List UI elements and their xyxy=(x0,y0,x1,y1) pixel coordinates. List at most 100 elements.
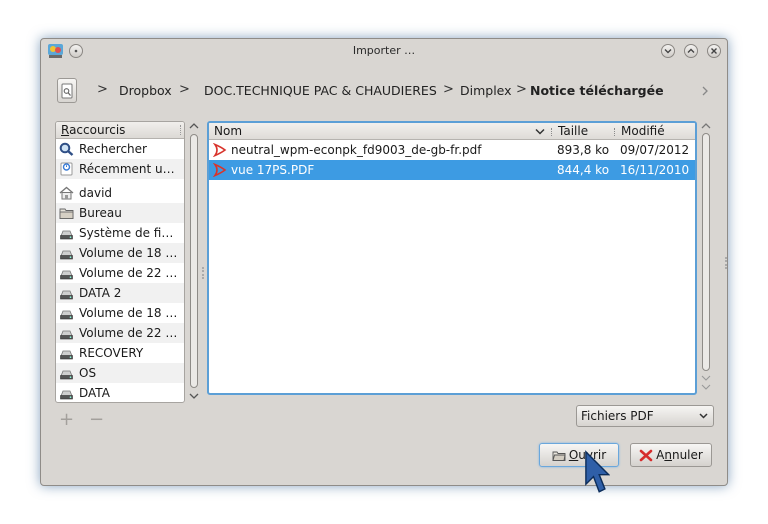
breadcrumb-separator[interactable]: > xyxy=(179,82,190,97)
cancel-mnemonic: n xyxy=(664,448,672,462)
chevron-down-icon xyxy=(664,49,672,54)
scroll-up-icon[interactable] xyxy=(701,121,711,131)
file-size: 893,8 ko xyxy=(557,143,610,157)
breadcrumb-separator: > xyxy=(97,82,108,97)
chevron-right-icon[interactable] xyxy=(701,86,709,96)
place-item-label: david xyxy=(79,186,113,200)
search-icon xyxy=(59,142,74,156)
place-item[interactable]: david xyxy=(56,183,184,203)
breadcrumb-separator[interactable]: > xyxy=(443,82,454,97)
window-title: Importer … xyxy=(352,44,416,57)
places-scrollbar[interactable] xyxy=(187,121,201,403)
close-icon xyxy=(711,48,717,54)
breadcrumb-doc-technique[interactable]: DOC.TECHNIQUE PAC & CHAUDIERES xyxy=(204,83,437,98)
file-list[interactable]: Nom Taille Modifié neutral_wpm-econpk_fd… xyxy=(207,121,697,395)
place-item[interactable]: DATA xyxy=(56,383,184,402)
scroll-down-icon[interactable] xyxy=(189,391,199,401)
place-item-label: RECOVERY xyxy=(79,346,144,360)
place-item[interactable]: Système de fi… xyxy=(56,223,184,243)
place-item-label: DATA xyxy=(79,386,110,400)
drive-icon xyxy=(59,306,74,320)
place-item[interactable]: Volume de 22 … xyxy=(56,323,184,343)
recent-icon xyxy=(59,162,74,176)
place-item-label: Rechercher xyxy=(79,142,147,156)
scroll-thumb[interactable] xyxy=(702,133,710,371)
breadcrumb-dropbox[interactable]: Dropbox xyxy=(119,83,172,98)
splitter-handle[interactable] xyxy=(202,267,205,279)
drive-icon xyxy=(59,226,74,240)
title-bar[interactable]: Importer … xyxy=(41,39,727,63)
places-header-label: accourcis xyxy=(69,123,126,137)
location-edit-icon xyxy=(61,83,73,98)
file-list-scrollbar[interactable] xyxy=(699,121,713,395)
place-item[interactable]: Récemment u… xyxy=(56,159,184,179)
open-mnemonic: O xyxy=(568,448,579,462)
places-header[interactable]: Raccourcis xyxy=(56,122,184,139)
place-item-label: Système de fi… xyxy=(79,226,174,240)
column-size[interactable]: Taille xyxy=(558,124,588,138)
close-button[interactable] xyxy=(707,44,721,58)
folder-open-icon xyxy=(552,451,566,461)
column-separator[interactable] xyxy=(551,128,553,136)
column-separator[interactable] xyxy=(614,128,616,136)
file-name: vue 17PS.PDF xyxy=(231,163,315,177)
scroll-up-icon[interactable] xyxy=(189,121,199,131)
resize-handle[interactable] xyxy=(725,257,728,269)
maximize-button[interactable] xyxy=(684,44,698,58)
place-item[interactable]: Rechercher xyxy=(56,139,184,159)
place-item[interactable]: Volume de 22 … xyxy=(56,263,184,283)
drive-icon xyxy=(59,366,74,380)
file-modified: 09/07/2012 xyxy=(620,143,690,157)
column-name[interactable]: Nom xyxy=(214,124,242,138)
file-name: neutral_wpm-econpk_fd9003_de-gb-fr.pdf xyxy=(231,143,482,157)
drive-icon xyxy=(59,346,74,360)
scroll-thumb[interactable] xyxy=(190,134,198,388)
minimize-button[interactable] xyxy=(661,44,675,58)
drive-icon xyxy=(59,386,74,400)
edit-location-button[interactable] xyxy=(57,78,77,103)
places-list: Rechercher Récemment u… david Bureau Système… xyxy=(56,139,184,402)
places-header-mnemonic: R xyxy=(61,123,70,137)
place-item[interactable]: Volume de 18 … xyxy=(56,243,184,263)
home-icon xyxy=(59,186,74,200)
cancel-label-rest: nuler xyxy=(671,448,703,462)
chevron-down-icon xyxy=(699,413,708,419)
place-item-label: Volume de 18 … xyxy=(79,306,178,320)
breadcrumb-separator[interactable]: > xyxy=(516,82,527,97)
place-item[interactable]: RECOVERY xyxy=(56,343,184,363)
place-item-label: Récemment u… xyxy=(79,162,175,176)
cancel-label-pre: A xyxy=(656,448,665,462)
add-place-button[interactable]: + xyxy=(59,409,74,430)
breadcrumb-dimplex[interactable]: Dimplex xyxy=(460,83,512,98)
file-rows: neutral_wpm-econpk_fd9003_de-gb-fr.pdf 89… xyxy=(209,140,695,180)
breadcrumb-current[interactable]: Notice téléchargée xyxy=(530,83,664,98)
place-item-label: DATA 2 xyxy=(79,286,122,300)
places-panel[interactable]: Raccourcis Rechercher Récemment u… david Bu… xyxy=(55,121,185,403)
chevron-up-icon xyxy=(687,48,695,53)
drive-icon xyxy=(59,266,74,280)
column-modified[interactable]: Modifié xyxy=(621,124,665,138)
breadcrumb: > Dropbox > DOC.TECHNIQUE PAC & CHAUDIER… xyxy=(53,77,717,105)
place-item[interactable]: OS xyxy=(56,363,184,383)
cancel-x-icon xyxy=(639,449,653,461)
file-row[interactable]: vue 17PS.PDF 844,4 ko 16/11/2010 xyxy=(209,160,695,180)
file-type-filter[interactable]: Fichiers PDF xyxy=(576,405,714,427)
file-size: 844,4 ko xyxy=(557,163,610,177)
file-list-header: Nom Taille Modifié xyxy=(209,123,695,140)
cancel-button[interactable]: An nuler xyxy=(630,443,712,467)
remove-place-button[interactable]: − xyxy=(89,409,104,430)
place-item[interactable]: Volume de 18 … xyxy=(56,303,184,323)
pdf-file-icon xyxy=(212,162,227,178)
header-grip xyxy=(180,125,182,135)
drive-icon xyxy=(59,286,74,300)
file-dialog-window: Importer … > Dropbox > DOC.TECHNIQUE PAC… xyxy=(40,38,728,486)
filter-selected-label: Fichiers PDF xyxy=(581,409,654,423)
pdf-file-icon xyxy=(212,142,227,158)
sort-chevron-icon[interactable] xyxy=(535,128,545,136)
scroll-down-icon[interactable] xyxy=(701,382,711,392)
place-item[interactable]: DATA 2 xyxy=(56,283,184,303)
place-item[interactable]: Bureau xyxy=(56,203,184,223)
file-row[interactable]: neutral_wpm-econpk_fd9003_de-gb-fr.pdf 89… xyxy=(209,140,695,160)
place-item-label: Volume de 22 … xyxy=(79,326,178,340)
drive-icon xyxy=(59,246,74,260)
